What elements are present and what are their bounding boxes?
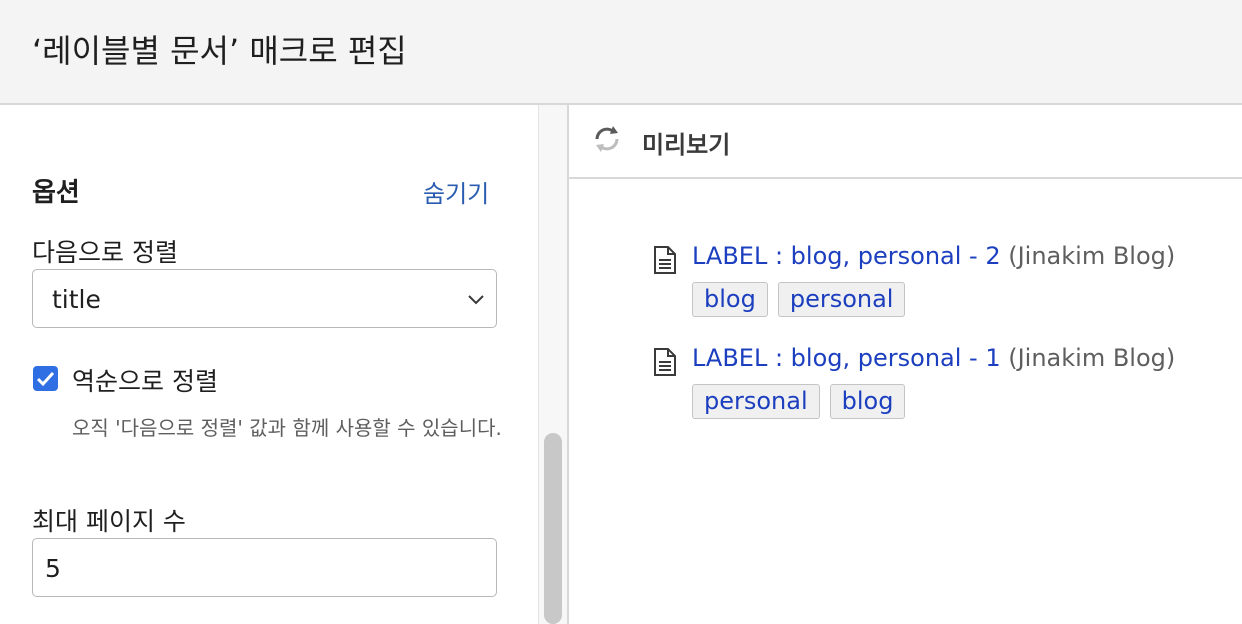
max-pages-value: 5 [45, 554, 61, 583]
reverse-sort-help: 오직 '다음으로 정렬' 값과 함께 사용할 수 있습니다. [72, 416, 502, 440]
label-chip[interactable]: blog [829, 384, 906, 419]
reverse-sort-checkbox[interactable] [33, 366, 58, 391]
reverse-sort-label[interactable]: 역순으로 정렬 [72, 362, 218, 398]
sort-by-label: 다음으로 정렬 [32, 238, 178, 267]
dialog-title: ‘레이블별 문서’ 매크로 편집 [32, 32, 407, 70]
preview-header: 미리보기 [569, 105, 1242, 179]
label-chip[interactable]: personal [692, 384, 820, 419]
chevron-down-icon [468, 295, 484, 305]
result-labels: personal blog [692, 384, 906, 419]
refresh-icon[interactable] [591, 123, 623, 155]
options-heading: 옵션 [32, 178, 80, 208]
check-icon [36, 371, 55, 387]
hide-options-link[interactable]: 숨기기 [423, 174, 489, 209]
result-space: (Jinakim Blog) [1008, 344, 1176, 372]
result-title-link[interactable]: LABEL : blog, personal - 1 [692, 344, 1001, 372]
result-space: (Jinakim Blog) [1008, 242, 1176, 270]
label-chip[interactable]: blog [692, 282, 768, 317]
sort-by-value: title [52, 285, 101, 314]
max-pages-input[interactable]: 5 [32, 538, 497, 597]
panel-scrollbar-thumb[interactable] [544, 433, 562, 624]
page-icon [654, 246, 676, 274]
page-icon [654, 348, 676, 376]
label-chip[interactable]: personal [777, 282, 906, 317]
max-pages-label: 최대 페이지 수 [32, 507, 186, 536]
result-labels: blog personal [692, 282, 906, 317]
result-title-link[interactable]: LABEL : blog, personal - 2 [692, 242, 1001, 270]
preview-title: 미리보기 [642, 131, 731, 159]
dialog-header: ‘레이블별 문서’ 매크로 편집 [0, 0, 1242, 105]
sort-by-select[interactable]: title [32, 269, 497, 328]
